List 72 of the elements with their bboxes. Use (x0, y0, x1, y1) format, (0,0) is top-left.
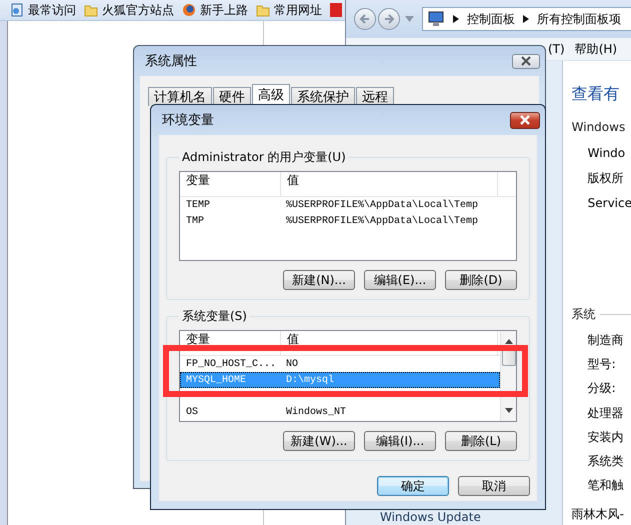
breadcrumb-item[interactable]: 控制面板 (467, 10, 515, 28)
bookmark-link[interactable]: 常用网址 (274, 2, 322, 18)
column-header[interactable]: 变量 (180, 172, 281, 196)
close-icon (520, 56, 532, 66)
scroll-down-icon[interactable] (504, 408, 512, 413)
forward-arrow-icon (383, 13, 395, 25)
list-row[interactable]: TMP %USERPROFILE%\AppData\Local\Temp (180, 213, 516, 229)
page-heading: 查看有 (572, 83, 621, 105)
dialog-button[interactable]: 删除(D) (445, 270, 517, 290)
info-label: 系统类 (588, 454, 624, 468)
window-title: 环境变量 (162, 112, 214, 129)
list-row[interactable]: FP_NO_HOST_C... NO (180, 356, 500, 372)
dialog-button[interactable]: 取消 (458, 476, 530, 496)
folder-icon (84, 3, 98, 17)
variable-list[interactable]: 变量 值 TEMP %USERPROFILE%\AppData\Local\Temp TMP %USERPROFILE%\AppData\Local\Temp (179, 171, 517, 261)
info-label: 雨林木风- (572, 507, 624, 522)
table-cell-text: OS (185, 406, 200, 418)
breadcrumb-item[interactable]: 所有控制面板项 (537, 10, 621, 28)
page-icon (10, 3, 24, 17)
dialog-button[interactable]: 确定 (377, 476, 449, 496)
table-cell-text: Windows_NT (285, 406, 346, 418)
side-link[interactable]: Windows Update (346, 511, 562, 524)
info-label: Windo (588, 146, 626, 160)
dialog-button[interactable]: 新建(W)... (283, 431, 355, 451)
menu-item[interactable]: (T) (548, 42, 565, 56)
group-label: Administrator 的用户变量(U) (181, 149, 347, 166)
table-cell-text: NO (285, 358, 298, 370)
back-arrow-icon (359, 13, 371, 25)
dialog-button[interactable]: 删除(L) (445, 431, 517, 451)
column-header[interactable]: 值 (281, 172, 498, 196)
info-label: 笔和触 (588, 478, 624, 492)
forward-button[interactable] (378, 8, 400, 30)
list-row[interactable]: TEMP %USERPROFILE%\AppData\Local\Temp (180, 197, 516, 213)
table-cell-text: FP_NO_HOST_C... (185, 358, 278, 370)
window-title: 系统属性 (145, 53, 197, 70)
bookmark-link[interactable]: 新手上路 (200, 2, 248, 18)
info-label: 分级: (588, 381, 616, 396)
dialog-button[interactable]: 新建(N)... (283, 270, 355, 290)
info-label: 处理器 (588, 406, 624, 420)
menu-item[interactable]: 帮助(H) (574, 40, 618, 58)
table-cell-text: D:\mysql (285, 374, 334, 386)
info-label: Service (588, 196, 631, 210)
info-label: 安装内 (588, 430, 624, 444)
close-button[interactable] (512, 54, 540, 68)
list-row[interactable]: OS Windows_NT (180, 404, 500, 420)
table-cell-text: %USERPROFILE%\AppData\Local\Temp (285, 200, 478, 210)
bookmark-link[interactable]: 最常访问 (28, 2, 76, 18)
table-cell-text: %USERPROFILE%\AppData\Local\Temp (285, 216, 478, 226)
table-cell-text: MYSQL_HOME (185, 374, 248, 386)
table-cell-text: TEMP (185, 200, 212, 210)
group-label: 系统变量(S) (181, 308, 248, 325)
info-label: 版权所 (588, 171, 624, 185)
chevron-icon[interactable] (453, 15, 459, 23)
info-label: 型号: (588, 357, 616, 372)
globe-icon (182, 3, 196, 17)
close-icon (519, 115, 531, 125)
close-button[interactable] (510, 112, 540, 128)
info-label: 制造商 (588, 333, 624, 347)
section-title: Windows (572, 120, 626, 134)
table-cell-text: TMP (185, 216, 206, 226)
tab[interactable]: 高级 (252, 84, 290, 106)
section-title: 系统 (572, 306, 596, 323)
bookmark-link[interactable]: 火狐官方站点 (102, 2, 174, 18)
chevron-icon[interactable] (523, 15, 529, 23)
address-bar[interactable]: 控制面板 所有控制面板项 (422, 7, 631, 31)
dialog-button[interactable]: 编辑(I)... (364, 431, 436, 451)
back-button[interactable] (354, 8, 376, 30)
folder-icon (256, 3, 270, 17)
scroll-up-icon[interactable] (504, 339, 512, 344)
tab[interactable]: 计算机名 (148, 87, 212, 106)
dialog-button[interactable]: 编辑(E)... (364, 270, 436, 290)
computer-icon (427, 11, 445, 27)
